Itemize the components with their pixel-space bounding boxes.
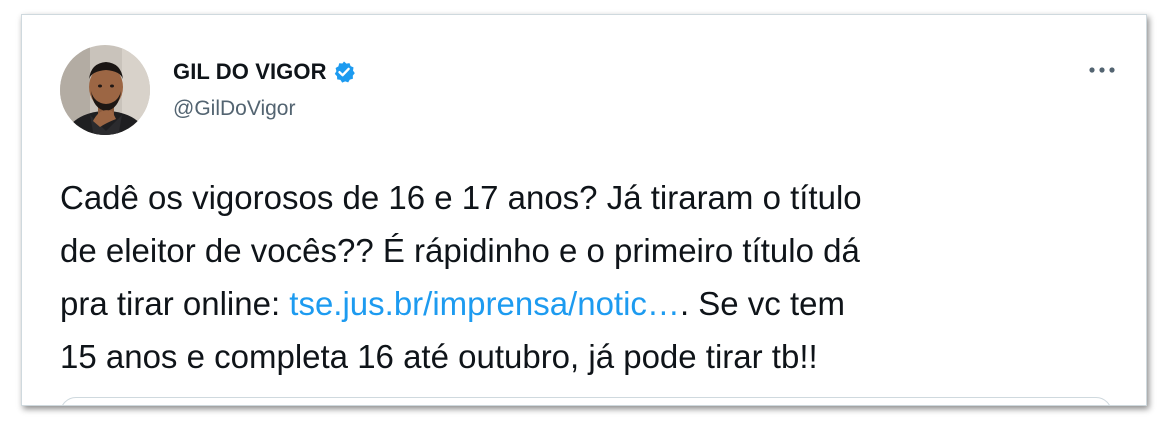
tweet-text-line: Cadê os vigorosos de 16 e 17 anos? Já ti…: [60, 179, 862, 216]
tweet-text-segment: pra tirar online:: [60, 285, 290, 322]
profile-photo-icon: [60, 45, 150, 135]
tweet-text-line: pra tirar online: tse.jus.br/imprensa/no…: [60, 277, 1130, 330]
tse-link[interactable]: tse.jus.br/imprensa/notic…: [289, 285, 680, 322]
author-display-name[interactable]: GIL DO VIGOR: [173, 59, 327, 85]
tweet-card[interactable]: GIL DO VIGOR @GilDoVigor Cadê os vigoros…: [21, 14, 1147, 406]
more-options-button[interactable]: [1080, 55, 1124, 85]
author-handle[interactable]: @GilDoVigor: [173, 97, 295, 121]
author-name-row[interactable]: GIL DO VIGOR: [173, 57, 356, 87]
quoted-content-card[interactable]: [60, 397, 1112, 405]
ellipsis-icon: [1089, 67, 1115, 73]
tweet-text: Cadê os vigorosos de 16 e 17 anos? Já ti…: [60, 171, 1130, 383]
tweet-text-segment: . Se vc tem: [679, 285, 845, 322]
tweet-text-line: de eleitor de vocês?? É rápidinho e o pr…: [60, 232, 860, 269]
verified-badge-icon: [332, 60, 356, 84]
tweet-text-line: 15 anos e completa 16 até outubro, já po…: [60, 338, 818, 375]
avatar[interactable]: [60, 45, 150, 135]
